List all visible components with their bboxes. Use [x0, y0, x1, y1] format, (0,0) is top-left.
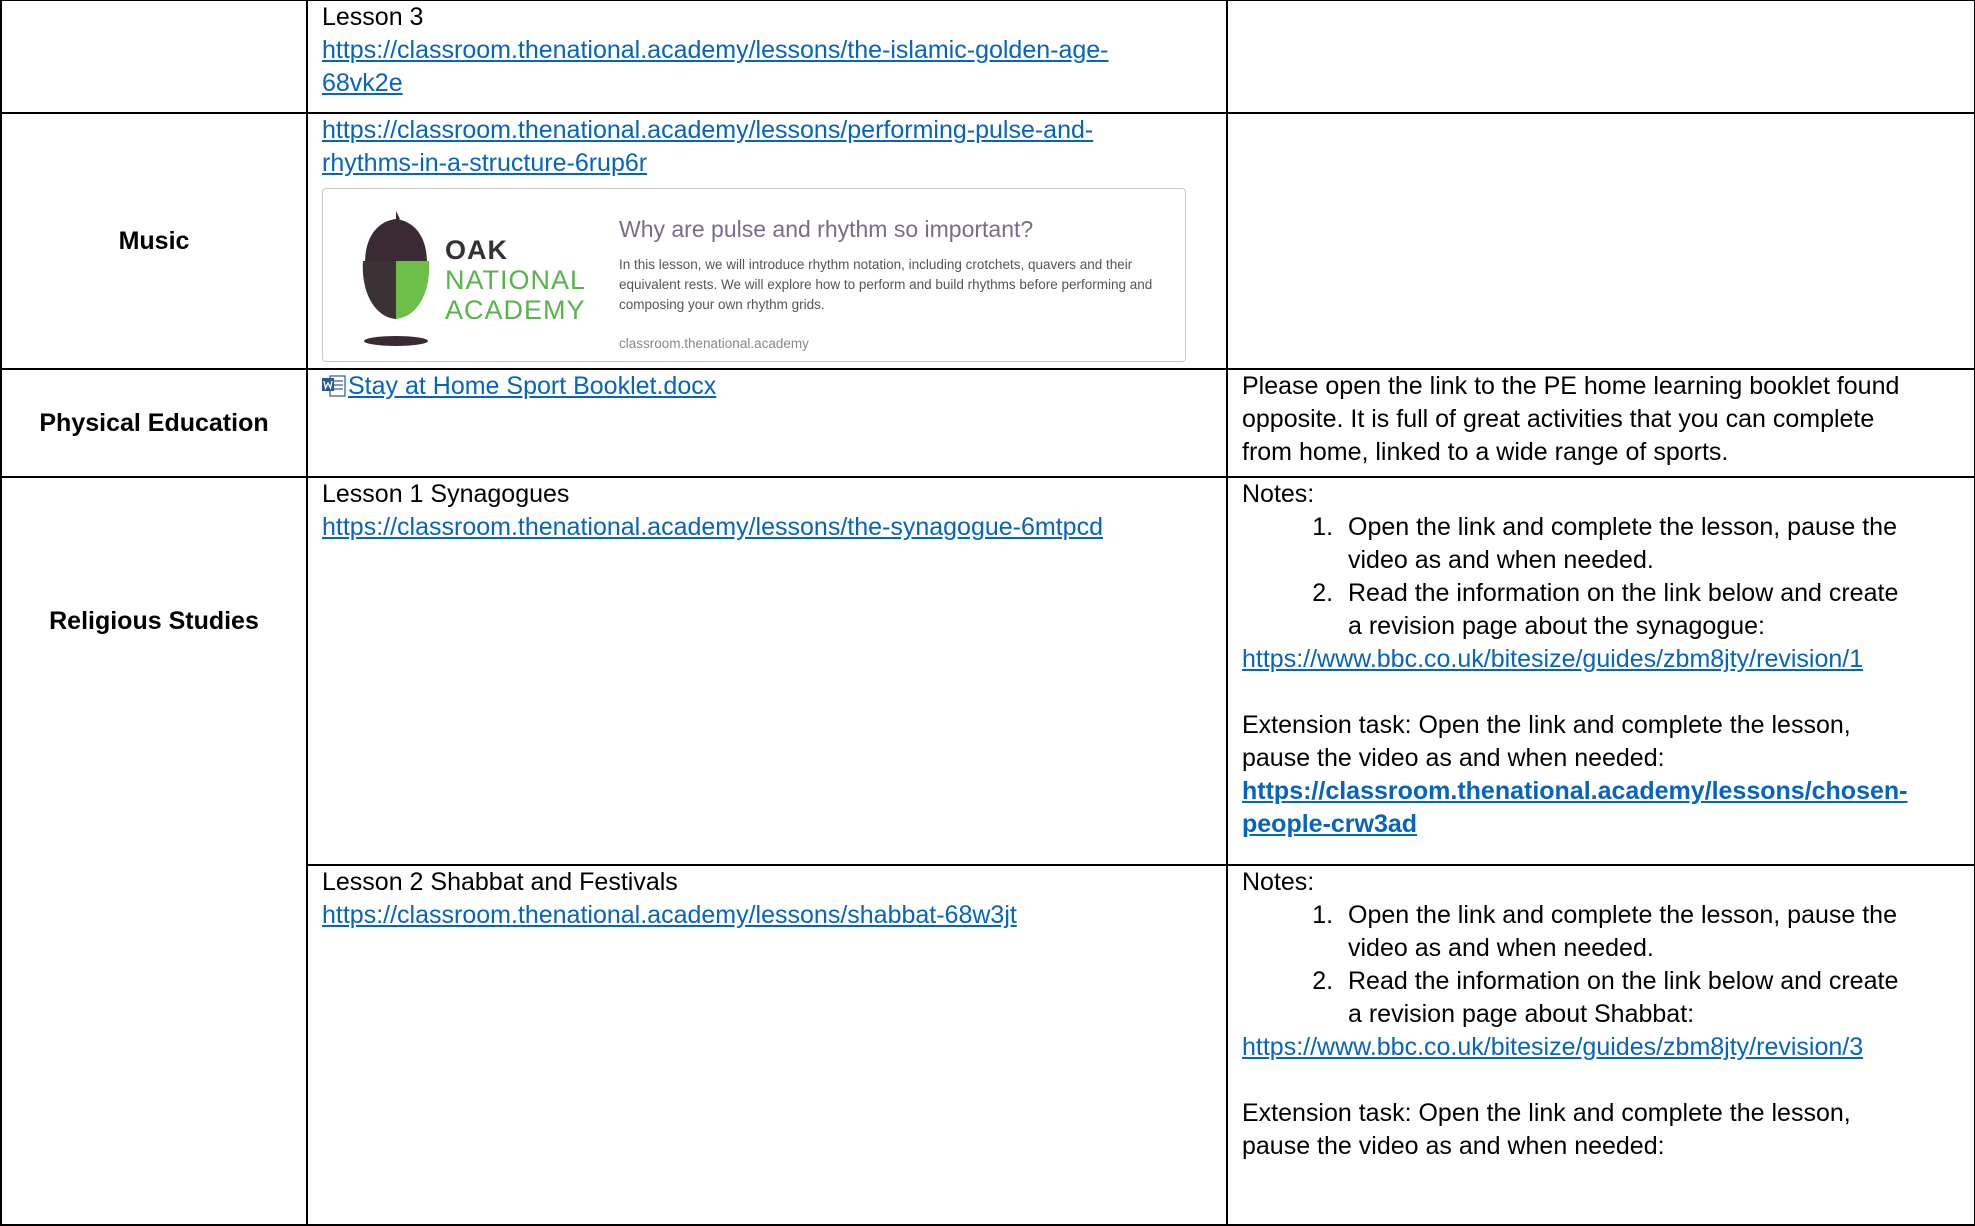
- pe-booklet-link[interactable]: Stay at Home Sport Booklet.docx: [322, 372, 716, 400]
- rs-lesson1-extension-line2: pause the video as and when needed:: [1242, 744, 1665, 772]
- notes-cell-empty: [1226, 0, 1975, 114]
- subject-music: Music: [0, 112, 308, 370]
- extension-link-line2: people-crw3ad: [1242, 810, 1418, 838]
- oak-brand: OAK NATIONAL ACADEMY: [445, 237, 586, 324]
- rs-lesson1-cell: Lesson 1 Synagogues https://classroom.th…: [306, 476, 1228, 866]
- list-item: Read the information on the link below a…: [1340, 965, 1960, 1031]
- lesson-title: Lesson 3: [322, 3, 424, 31]
- lessons-table: Lesson 3 https://classroom.thenational.a…: [0, 0, 1975, 1226]
- list-item: Read the information on the link below a…: [1340, 577, 1960, 643]
- pe-note-line3: from home, linked to a wide range of spo…: [1242, 438, 1729, 466]
- rs-lesson1-extension-line1: Extension task: Open the link and comple…: [1242, 711, 1851, 739]
- music-lesson-cell: https://classroom.thenational.academy/le…: [306, 112, 1228, 370]
- card-title: Why are pulse and rhythm so important?: [619, 216, 1034, 242]
- rs-lesson1-extension-link[interactable]: https://classroom.thenational.academy/le…: [1242, 775, 1960, 841]
- rs-lesson1-revision-link[interactable]: https://www.bbc.co.uk/bitesize/guides/zb…: [1242, 643, 1960, 676]
- music-notes-cell: [1226, 112, 1975, 370]
- rs-lesson2-extension-line1: Extension task: Open the link and comple…: [1242, 1099, 1851, 1127]
- brand-line1: OAK: [445, 235, 508, 265]
- rs-lesson1-notes-cell: Notes: Open the link and complete the le…: [1226, 476, 1975, 866]
- rs-lesson2-steps: Open the link and complete the lesson, p…: [1242, 899, 1960, 1031]
- music-link-line2: rhythms-in-a-structure-6rup6r: [322, 149, 648, 177]
- rs-lesson2-title: Lesson 2 Shabbat and Festivals: [322, 868, 678, 896]
- pe-booklet-label: Stay at Home Sport Booklet.docx: [348, 372, 717, 400]
- rs-lesson1-link[interactable]: https://classroom.thenational.academy/le…: [322, 511, 1216, 544]
- lesson-cell: Lesson 3 https://classroom.thenational.a…: [306, 0, 1228, 114]
- pe-lesson-cell: Stay at Home Sport Booklet.docx: [306, 368, 1228, 478]
- rs-lesson1-steps: Open the link and complete the lesson, p…: [1242, 511, 1960, 643]
- link-preview-card[interactable]: OAK NATIONAL ACADEMY Why are pulse and r…: [322, 188, 1186, 362]
- lesson-link-line2: 68vk2e: [322, 69, 403, 97]
- pe-note-line2: opposite. It is full of great activities…: [1242, 405, 1875, 433]
- rs-lesson2-cell: Lesson 2 Shabbat and Festivals https://c…: [306, 864, 1228, 1226]
- acorn-logo-icon: [362, 211, 430, 346]
- pe-note-line1: Please open the link to the PE home lear…: [1242, 372, 1900, 400]
- lesson-link-line1: https://classroom.thenational.academy/le…: [322, 36, 1109, 64]
- table-row-music: Music https://classroom.thenational.acad…: [0, 112, 1975, 370]
- list-item: Open the link and complete the lesson, p…: [1340, 511, 1960, 577]
- subject-rs: Religious Studies: [0, 476, 308, 1226]
- card-url: classroom.thenational.academy: [619, 336, 809, 351]
- word-doc-icon: [322, 373, 346, 397]
- rs-lesson2-link[interactable]: https://classroom.thenational.academy/le…: [322, 899, 1216, 932]
- music-link-line1: https://classroom.thenational.academy/le…: [322, 116, 1094, 144]
- card-description: In this lesson, we will introduce rhythm…: [619, 257, 1153, 312]
- rs-lesson2-notes-label: Notes:: [1242, 868, 1315, 896]
- extension-link-line1: https://classroom.thenational.academy/le…: [1242, 777, 1908, 805]
- table-row-rs-lesson1: Religious Studies Lesson 1 Synagogues ht…: [0, 476, 1975, 1226]
- brand-line3: ACADEMY: [445, 295, 586, 325]
- subject-rs-label: Religious Studies: [49, 606, 259, 635]
- rs-lesson1-notes-label: Notes:: [1242, 480, 1315, 508]
- rs-lesson1-title: Lesson 1 Synagogues: [322, 480, 570, 508]
- subject-cell-empty: [0, 0, 308, 114]
- brand-line2: NATIONAL: [445, 265, 587, 295]
- music-lesson-link[interactable]: https://classroom.thenational.academy/le…: [322, 114, 1216, 180]
- lesson-link[interactable]: https://classroom.thenational.academy/le…: [322, 34, 1216, 100]
- table-row-pe: Physical Education Stay at Home Sport Bo…: [0, 368, 1975, 478]
- table-row-lesson3: Lesson 3 https://classroom.thenational.a…: [0, 0, 1975, 114]
- rs-lesson2-notes-cell: Notes: Open the link and complete the le…: [1226, 864, 1975, 1226]
- list-item: Open the link and complete the lesson, p…: [1340, 899, 1960, 965]
- rs-lesson2-revision-link[interactable]: https://www.bbc.co.uk/bitesize/guides/zb…: [1242, 1031, 1960, 1064]
- subject-pe: Physical Education: [0, 368, 308, 478]
- rs-lesson2-extension-line2: pause the video as and when needed:: [1242, 1132, 1665, 1160]
- pe-notes-cell: Please open the link to the PE home lear…: [1226, 368, 1975, 478]
